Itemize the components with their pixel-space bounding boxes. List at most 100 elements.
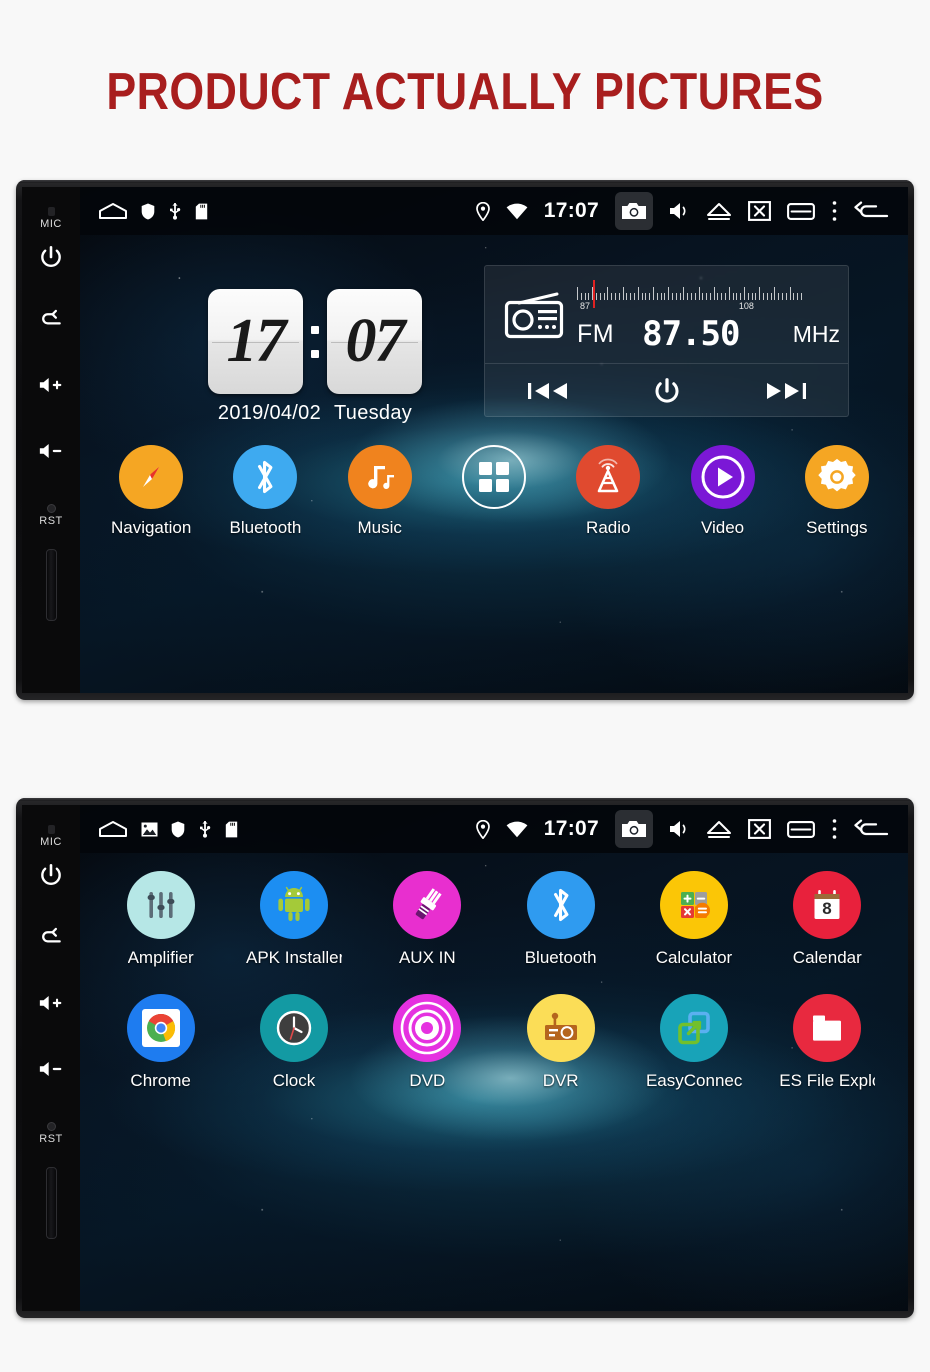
radio-tower-icon bbox=[576, 445, 641, 509]
device2-side-button-column: MIC RST bbox=[22, 805, 80, 1311]
chrome-icon bbox=[126, 994, 195, 1062]
app-aux-in[interactable]: AUX IN bbox=[379, 871, 475, 968]
play-icon bbox=[690, 445, 755, 509]
back-icon[interactable] bbox=[854, 200, 890, 222]
gear-icon bbox=[804, 445, 869, 509]
app-label: Navigation bbox=[110, 518, 192, 537]
tuning-needle bbox=[593, 280, 595, 308]
mic-hole bbox=[47, 207, 55, 216]
app-apk-installer[interactable]: APK Installer bbox=[246, 871, 342, 968]
recents-icon[interactable] bbox=[787, 202, 815, 220]
app-row-2: Chrome Clock DVD DVR EasyConnecti ES Fil… bbox=[94, 994, 894, 1091]
device2-screen[interactable]: 17:07 Amplifier APK Installer AUX IN Blu… bbox=[80, 805, 908, 1311]
overflow-menu-icon[interactable] bbox=[831, 818, 838, 840]
app-calculator[interactable]: Calculator bbox=[646, 871, 742, 968]
app-drawer-button[interactable] bbox=[446, 445, 542, 518]
clock-minutes: 07 bbox=[345, 307, 406, 375]
volume-icon[interactable] bbox=[669, 201, 690, 221]
reset-hole[interactable] bbox=[46, 1122, 56, 1131]
volume-up-icon[interactable] bbox=[38, 990, 64, 1016]
back-icon[interactable] bbox=[38, 924, 64, 950]
prev-track-icon[interactable] bbox=[527, 380, 569, 402]
eject-icon[interactable] bbox=[706, 201, 732, 221]
bluetooth-icon bbox=[526, 871, 595, 939]
back-icon[interactable] bbox=[38, 306, 64, 332]
overflow-menu-icon[interactable] bbox=[831, 200, 838, 222]
page-title: PRODUCT ACTUALLY PICTURES bbox=[106, 63, 824, 121]
tuning-scale[interactable]: 87 108 bbox=[577, 280, 838, 311]
app-radio[interactable]: Radio bbox=[560, 445, 656, 538]
music-note-icon bbox=[347, 445, 412, 509]
recents-icon[interactable] bbox=[787, 820, 815, 838]
radio-icon bbox=[485, 266, 577, 363]
screenshot-icon[interactable] bbox=[748, 819, 771, 839]
app-settings[interactable]: Settings bbox=[789, 445, 885, 538]
volume-down-icon[interactable] bbox=[38, 438, 64, 464]
tuning-ticks bbox=[577, 282, 838, 300]
flip-clock-widget[interactable]: 17 07 2019/04/02 Tuesday bbox=[208, 289, 422, 425]
app-video[interactable]: Video bbox=[675, 445, 771, 538]
next-track-icon[interactable] bbox=[765, 380, 807, 402]
device1-status-bar: 17:07 bbox=[80, 187, 908, 235]
dash-camera-icon bbox=[526, 994, 595, 1062]
device1-screen[interactable]: 17:07 17 07 2019/04/02 Tuesday 87 108 FM… bbox=[80, 187, 908, 693]
power-icon[interactable] bbox=[38, 244, 64, 270]
fm-radio-widget[interactable]: 87 108 FM 87.50 MHz bbox=[484, 265, 849, 417]
calendar-day: 8 bbox=[823, 899, 832, 918]
scale-min-label: 87 bbox=[580, 301, 591, 311]
camera-icon[interactable] bbox=[615, 810, 653, 848]
home-icon[interactable] bbox=[98, 201, 128, 221]
app-bluetooth[interactable]: Bluetooth bbox=[513, 871, 609, 968]
location-pin-icon bbox=[475, 201, 490, 221]
radio-power-icon[interactable] bbox=[652, 376, 682, 406]
sd-card-slot[interactable] bbox=[45, 1167, 57, 1239]
wifi-icon bbox=[506, 821, 528, 837]
camera-icon[interactable] bbox=[615, 192, 653, 230]
calendar-icon: 8 bbox=[793, 871, 862, 939]
product-pictures-page: PRODUCT ACTUALLY PICTURES MIC RST 17:07 … bbox=[0, 0, 930, 1372]
calculator-icon bbox=[659, 871, 728, 939]
sd-card-slot[interactable] bbox=[45, 549, 57, 621]
app-bluetooth[interactable]: Bluetooth bbox=[217, 445, 313, 538]
app-navigation[interactable]: Navigation bbox=[103, 445, 199, 538]
radio-unit-label: MHz bbox=[792, 320, 840, 347]
app-label: DVD bbox=[409, 1071, 446, 1090]
app-calendar[interactable]: 8 Calendar bbox=[779, 871, 875, 968]
usb-icon bbox=[200, 821, 211, 838]
eject-icon[interactable] bbox=[706, 819, 732, 839]
app-drawer-grid: Amplifier APK Installer AUX IN Bluetooth… bbox=[80, 871, 908, 1117]
app-drawer-icon bbox=[461, 445, 526, 509]
car-stereo-device-home: MIC RST 17:07 17 07 2019/04/02 Tuesday 8… bbox=[16, 180, 914, 700]
screenshot-icon[interactable] bbox=[748, 201, 771, 221]
volume-icon[interactable] bbox=[669, 819, 690, 839]
clock-date-line: 2019/04/02 Tuesday bbox=[218, 402, 412, 425]
app-amplifier[interactable]: Amplifier bbox=[113, 871, 209, 968]
home-icon[interactable] bbox=[98, 819, 128, 839]
app-dvd[interactable]: DVD bbox=[379, 994, 475, 1091]
mic-label: MIC bbox=[40, 836, 62, 848]
back-icon[interactable] bbox=[854, 818, 890, 840]
status-bar-clock: 17:07 bbox=[543, 199, 599, 222]
app-label: ES File Explor bbox=[779, 1071, 875, 1090]
app-dvr[interactable]: DVR bbox=[513, 994, 609, 1091]
home-dock: Navigation Bluetooth Music Radio Video S… bbox=[80, 445, 908, 538]
image-icon[interactable] bbox=[141, 822, 158, 837]
app-easyconnection[interactable]: EasyConnecti bbox=[646, 994, 742, 1091]
app-label: EasyConnecti bbox=[645, 1071, 742, 1090]
volume-up-icon[interactable] bbox=[38, 372, 64, 398]
device2-status-bar: 17:07 bbox=[80, 805, 908, 853]
power-icon[interactable] bbox=[38, 862, 64, 888]
bluetooth-icon bbox=[233, 445, 298, 509]
volume-down-icon[interactable] bbox=[38, 1056, 64, 1082]
app-chrome[interactable]: Chrome bbox=[113, 994, 209, 1091]
app-music[interactable]: Music bbox=[332, 445, 428, 538]
app-clock[interactable]: Clock bbox=[246, 994, 342, 1091]
reset-hole[interactable] bbox=[46, 504, 56, 513]
clock-hours-tile: 17 bbox=[208, 289, 303, 394]
shield-icon bbox=[141, 203, 155, 219]
app-label: Video bbox=[700, 518, 745, 537]
app-label: Amplifier bbox=[127, 948, 194, 967]
app-es-file-explorer[interactable]: ES File Explor bbox=[779, 994, 875, 1091]
location-pin-icon bbox=[475, 819, 490, 839]
disc-icon bbox=[393, 994, 462, 1062]
